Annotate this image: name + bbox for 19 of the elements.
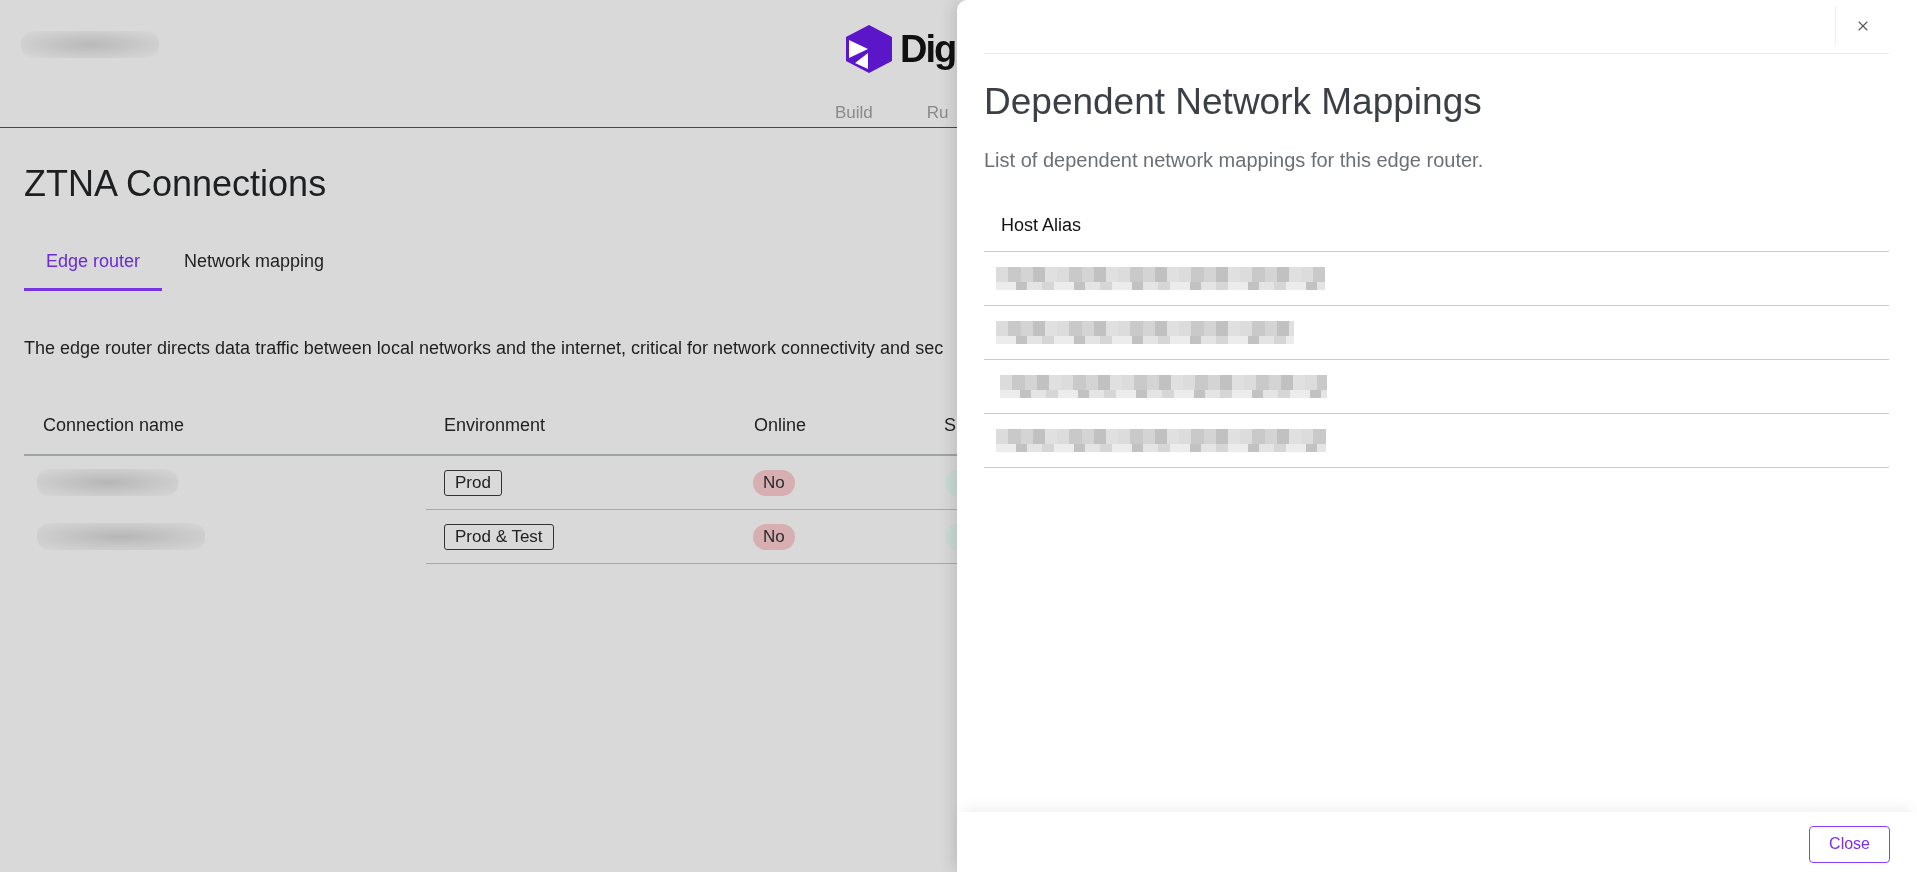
column-header: Online bbox=[736, 400, 928, 456]
close-button[interactable]: Close bbox=[1809, 825, 1890, 863]
description-text: The edge router directs data traffic between local networks and the internet, critical for network connectivity and sec bbox=[24, 337, 944, 359]
environment-tag: Prod & Test bbox=[444, 523, 554, 550]
status-pill: No bbox=[753, 469, 795, 496]
column-header: Host Alias bbox=[984, 199, 1889, 252]
logo-icon bbox=[846, 25, 892, 73]
tab[interactable]: Network mapping bbox=[162, 241, 347, 291]
page-title: ZTNA Connections bbox=[24, 162, 327, 205]
drawer-title: Dependent Network Mappings bbox=[984, 80, 1482, 124]
drawer-subtitle: List of dependent network mappings for this edge router. bbox=[984, 148, 1484, 173]
status-badge bbox=[946, 523, 957, 550]
status-badge bbox=[946, 469, 957, 496]
logo-text: Dig bbox=[900, 27, 956, 71]
status-pill: No bbox=[753, 523, 795, 550]
column-header: Environment bbox=[426, 400, 736, 456]
tab[interactable]: Edge router bbox=[24, 241, 163, 291]
column-header: Connection name bbox=[24, 400, 426, 456]
environment-tag: Prod bbox=[444, 469, 502, 496]
